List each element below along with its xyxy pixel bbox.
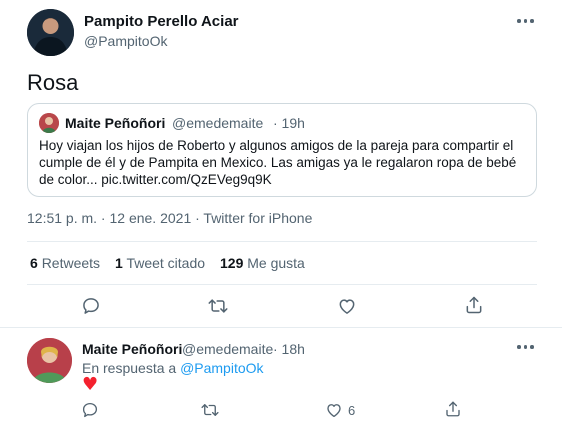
share-icon[interactable] bbox=[464, 295, 484, 315]
likes-count: 129 bbox=[220, 255, 244, 271]
retweets-label: Retweets bbox=[41, 255, 101, 271]
quotes-count: 1 bbox=[115, 255, 123, 271]
quoted-text: Hoy viajan los hijos de Roberto y alguno… bbox=[39, 138, 517, 187]
quoted-author-name: Maite Peñoñori bbox=[65, 115, 166, 131]
author-handle[interactable]: @PampitoOk bbox=[84, 33, 167, 49]
reply-reply-icon[interactable] bbox=[81, 401, 99, 419]
more-options-icon[interactable] bbox=[517, 19, 534, 23]
likes-label: Me gusta bbox=[247, 255, 305, 271]
reply-like-icon[interactable] bbox=[325, 401, 343, 419]
quoted-time: · 19h bbox=[273, 115, 305, 131]
reply-author-handle[interactable]: @emedemaite bbox=[182, 341, 273, 357]
reply-author-avatar[interactable] bbox=[27, 338, 72, 383]
tweet-text: Rosa bbox=[27, 70, 79, 95]
reply-retweet-icon[interactable] bbox=[200, 401, 220, 419]
reply-author-name[interactable]: Maite Peñoñori bbox=[82, 341, 182, 357]
quoted-author-handle: @emedemaite bbox=[172, 115, 264, 131]
like-icon[interactable] bbox=[337, 296, 357, 316]
likes-stat[interactable]: 129 Me gusta bbox=[220, 255, 305, 271]
reply-emoji: ♥ bbox=[82, 374, 99, 395]
retweets-count: 6 bbox=[30, 255, 38, 271]
reply-icon[interactable] bbox=[81, 296, 101, 316]
reply-context: En respuesta a @PampitoOk bbox=[82, 360, 264, 376]
author-avatar[interactable] bbox=[27, 9, 74, 56]
quotes-label: Tweet citado bbox=[126, 255, 206, 271]
quoted-author-avatar bbox=[39, 113, 59, 133]
author-name[interactable]: Pampito Perello Aciar bbox=[84, 13, 239, 30]
reply-to-link[interactable]: @PampitoOk bbox=[180, 360, 263, 376]
divider bbox=[0, 327, 562, 328]
quotes-stat[interactable]: 1 Tweet citado bbox=[115, 255, 205, 271]
divider bbox=[27, 284, 537, 285]
reply-share-icon[interactable] bbox=[444, 400, 462, 418]
reply-more-options-icon[interactable] bbox=[517, 345, 534, 349]
retweets-stat[interactable]: 6 Retweets bbox=[30, 255, 100, 271]
reply-like-count: 6 bbox=[348, 403, 356, 418]
quoted-tweet-card[interactable]: Maite Peñoñori @emedemaite · 19h Hoy via… bbox=[27, 103, 537, 197]
tweet-meta[interactable]: 12:51 p. m. · 12 ene. 2021 · Twitter for… bbox=[27, 210, 312, 226]
reply-time[interactable]: · 18h bbox=[273, 341, 305, 357]
retweet-icon[interactable] bbox=[207, 296, 229, 316]
divider bbox=[27, 241, 537, 242]
